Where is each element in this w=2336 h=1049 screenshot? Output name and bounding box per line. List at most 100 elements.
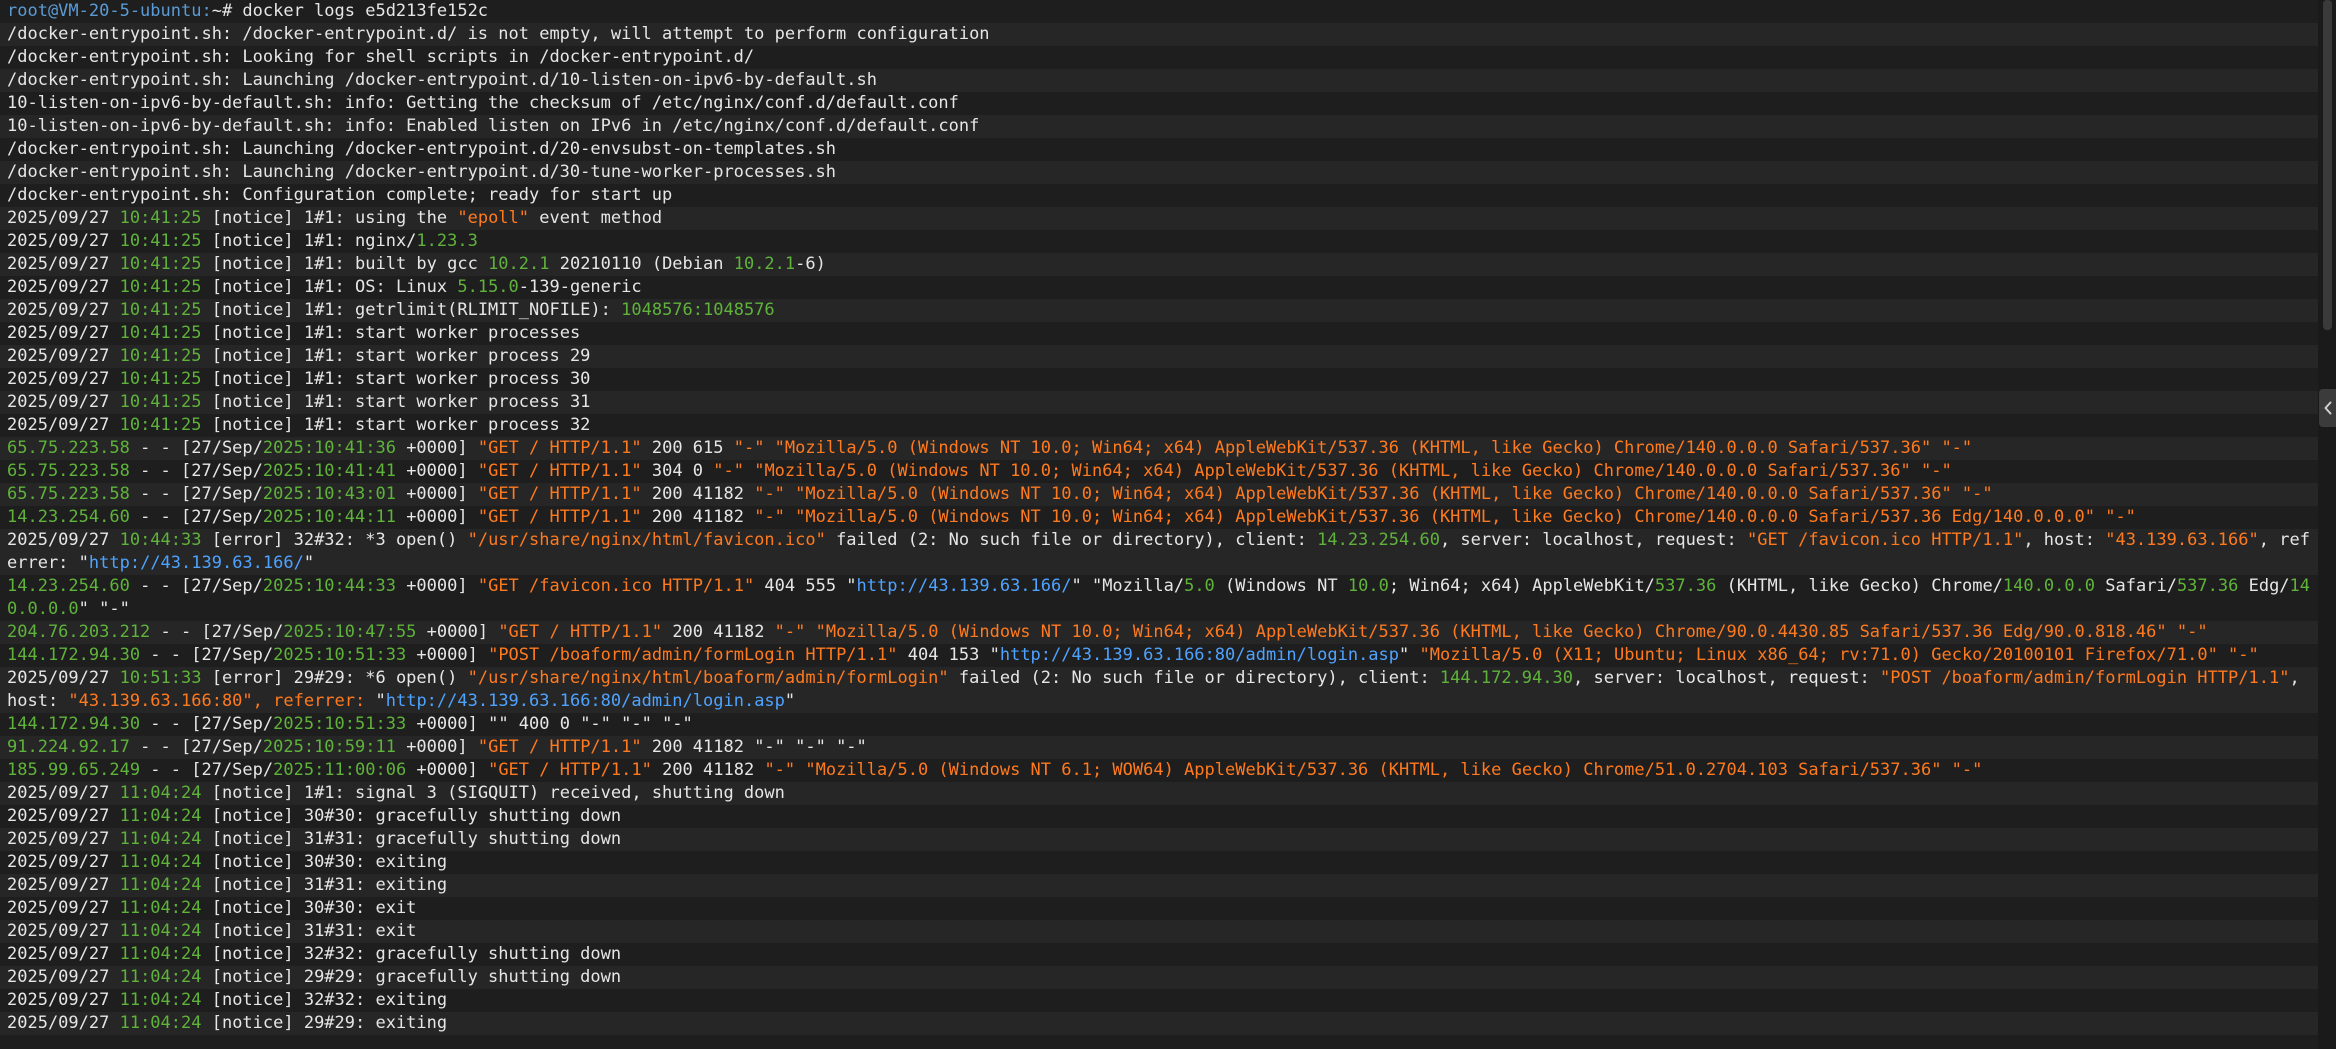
log-segment: [notice] 1#1: built by gcc — [201, 254, 489, 274]
log-line: 2025/09/27 10:41:25 [notice] 1#1: nginx/… — [0, 230, 2318, 253]
log-line: 2025/09/27 11:04:24 [notice] 29#29: exit… — [0, 1012, 2318, 1035]
log-segment: "43.139.63.166" — [2105, 530, 2259, 550]
log-line: 2025/09/27 10:41:25 [notice] 1#1: using … — [0, 207, 2318, 230]
log-segment: 14.23.254.60 — [1317, 530, 1440, 550]
log-segment: /docker-entrypoint.sh: Looking for shell… — [7, 47, 755, 67]
log-line: 2025/09/27 11:04:24 [notice] 32#32: exit… — [0, 989, 2318, 1012]
log-segment: [notice] 1#1: signal 3 (SIGQUIT) receive… — [201, 783, 785, 803]
log-line: 2025/09/27 11:04:24 [notice] 30#30: exit… — [0, 851, 2318, 874]
log-segment: "-" "Mozilla/5.0 (Windows NT 10.0; Win64… — [713, 461, 1952, 481]
log-segment: [notice] 1#1: nginx/ — [201, 231, 417, 251]
log-segment: [notice] 29#29: exiting — [201, 1013, 448, 1033]
log-segment: ~# docker logs e5d213fe152c — [211, 1, 489, 21]
log-segment: Edg/ — [2238, 576, 2290, 596]
log-segment: 10.0 — [1347, 576, 1389, 596]
log-segment: "/usr/share/nginx/html/boaform/admin/for… — [467, 668, 949, 688]
log-segment: 200 41182 — [651, 760, 765, 780]
log-segment: 2025:10:44:11 — [262, 507, 396, 527]
log-segment: 2025/09/27 — [7, 944, 120, 964]
log-segment: http://43.139.63.166:80/admin/login.asp — [999, 645, 1400, 665]
log-segment: 2025/09/27 — [7, 277, 120, 297]
log-line: 2025/09/27 11:04:24 [notice] 30#30: exit — [0, 897, 2318, 920]
log-segment: +0000] — [395, 438, 478, 458]
log-segment: "GET / HTTP/1.1" — [477, 461, 642, 481]
log-segment: 200 615 — [641, 438, 734, 458]
log-segment: , host: — [2023, 530, 2106, 550]
log-line: 2025/09/27 10:41:25 [notice] 1#1: start … — [0, 391, 2318, 414]
log-segment: 11:04:24 — [119, 990, 202, 1010]
log-segment: 200 41182 — [641, 507, 755, 527]
log-segment: -139-generic — [518, 277, 642, 297]
log-segment: 404 555 " — [754, 576, 857, 596]
log-segment: "" 400 0 "-" "-" "-" — [488, 714, 693, 734]
log-segment: 11:04:24 — [119, 829, 202, 849]
log-segment: 2025/09/27 — [7, 369, 120, 389]
command-prompt-line: root@VM-20-5-ubuntu:~# docker logs e5d21… — [0, 0, 2318, 23]
log-segment: 200 41182 — [662, 622, 775, 642]
log-segment: 2025/09/27 — [7, 852, 120, 872]
log-segment: 2025/09/27 — [7, 806, 120, 826]
log-segment: 200 41182 — [641, 484, 755, 504]
scrollbar-thumb[interactable] — [2323, 0, 2332, 330]
log-line: 65.75.223.58 - - [27/Sep/2025:10:41:41 +… — [0, 460, 2318, 483]
log-segment: 2025/09/27 — [7, 346, 120, 366]
log-segment: 2025:10:43:01 — [262, 484, 396, 504]
log-segment: - - [27/Sep/ — [129, 507, 263, 527]
log-line: 14.23.254.60 - - [27/Sep/2025:10:44:11 +… — [0, 506, 2318, 529]
log-segment: failed (2: No such file or directory), c… — [948, 668, 1440, 688]
log-segment: 537.36 — [1654, 576, 1717, 596]
log-segment: 2025/09/27 — [7, 783, 120, 803]
log-segment: [notice] 31#31: exiting — [201, 875, 448, 895]
log-segment: - - [27/Sep/ — [129, 737, 263, 757]
log-segment: +0000] — [406, 760, 489, 780]
log-segment: "-" "Mozilla/5.0 (Windows NT 10.0; Win64… — [733, 438, 1973, 458]
log-segment: [notice] 1#1: OS: Linux — [201, 277, 458, 297]
log-line: 2025/09/27 11:04:24 [notice] 30#30: grac… — [0, 805, 2318, 828]
log-line: /docker-entrypoint.sh: Launching /docker… — [0, 69, 2318, 92]
log-segment: 2025:10:51:33 — [273, 714, 407, 734]
log-segment: 2025/09/27 — [7, 254, 120, 274]
log-segment: "-" "Mozilla/5.0 (Windows NT 10.0; Win64… — [754, 484, 1993, 504]
vertical-scrollbar[interactable] — [2318, 0, 2336, 1049]
log-line: 2025/09/27 11:04:24 [notice] 31#31: grac… — [0, 828, 2318, 851]
log-line: 144.172.94.30 - - [27/Sep/2025:10:51:33 … — [0, 644, 2318, 667]
log-segment: +0000] — [395, 507, 478, 527]
log-line: 2025/09/27 10:44:33 [error] 32#32: *3 op… — [0, 529, 2318, 575]
log-segment: ; Win64; x64) AppleWebKit/ — [1388, 576, 1655, 596]
log-segment: - - [27/Sep/ — [140, 760, 274, 780]
log-line: /docker-entrypoint.sh: Launching /docker… — [0, 138, 2318, 161]
log-line: 2025/09/27 10:41:25 [notice] 1#1: built … — [0, 253, 2318, 276]
log-segment: 537.36 — [2176, 576, 2239, 596]
log-segment: " — [303, 553, 315, 573]
log-segment: - - [27/Sep/ — [140, 714, 274, 734]
log-segment: -6) — [795, 254, 826, 274]
log-segment: "GET / HTTP/1.1" — [488, 760, 652, 780]
log-segment: http://43.139.63.166/ — [856, 576, 1072, 596]
log-segment: 2025/09/27 — [7, 530, 120, 550]
log-segment: 2025/09/27 — [7, 921, 120, 941]
log-segment: Safari/ — [2095, 576, 2177, 596]
terminal-output[interactable]: root@VM-20-5-ubuntu:~# docker logs e5d21… — [0, 0, 2318, 1049]
log-segment: /docker-entrypoint.sh: Launching /docker… — [7, 70, 877, 90]
log-segment: [notice] 30#30: exiting — [201, 852, 448, 872]
log-line: 10-listen-on-ipv6-by-default.sh: info: G… — [0, 92, 2318, 115]
log-line: 204.76.203.212 - - [27/Sep/2025:10:47:55… — [0, 621, 2318, 644]
log-segment: 2025:10:41:41 — [262, 461, 396, 481]
log-segment: 14.23.254.60 — [7, 507, 130, 527]
log-segment: 65.75.223.58 — [7, 484, 130, 504]
log-segment: 2025/09/27 — [7, 231, 120, 251]
log-segment: [notice] 32#32: exiting — [201, 990, 448, 1010]
log-segment: - - [27/Sep/ — [140, 645, 274, 665]
log-segment: [notice] 30#30: gracefully shutting down — [201, 806, 622, 826]
log-segment: [notice] 29#29: gracefully shutting down — [201, 967, 622, 987]
side-panel-toggle-button[interactable] — [2319, 389, 2336, 427]
log-segment: (Windows NT — [1214, 576, 1348, 596]
log-segment: , server: localhost, request: — [1572, 668, 1881, 688]
log-segment: 10:41:25 — [119, 208, 202, 228]
log-segment: [notice] 1#1: getrlimit(RLIMIT_NOFILE): — [201, 300, 622, 320]
log-segment: 144.172.94.30 — [7, 714, 141, 734]
log-segment: 2025/09/27 — [7, 898, 120, 918]
log-segment: +0000] — [416, 622, 499, 642]
log-segment: (KHTML, like Gecko) Chrome/ — [1716, 576, 2003, 596]
log-segment: "GET /favicon.ico HTTP/1.1" — [477, 576, 755, 596]
